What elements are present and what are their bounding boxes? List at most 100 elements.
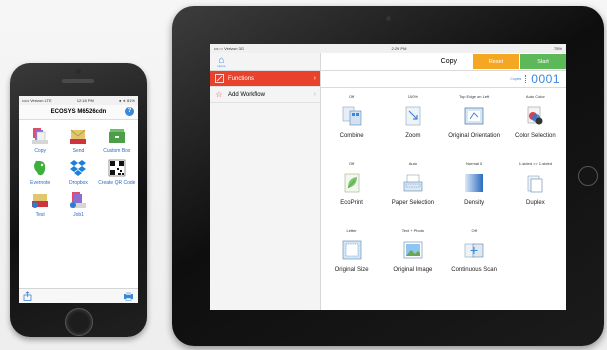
- dropbox-icon: [70, 160, 87, 176]
- folder-box-icon: [108, 129, 125, 143]
- function-paper-selection[interactable]: Auto Paper Selection: [382, 159, 443, 226]
- phone-battery: ● ∗ 81%: [118, 98, 135, 103]
- sidebar-item-functions[interactable]: Functions ›: [210, 71, 320, 87]
- phone-screen: ••••• Verizon LTE 12:18 PM ● ∗ 81% ECOSY…: [19, 96, 138, 303]
- front-camera: [76, 69, 81, 74]
- function-value: Normal 0: [466, 161, 483, 166]
- app-label: Job1: [73, 212, 84, 218]
- app-label: Create QR Code: [98, 180, 136, 186]
- copies-count[interactable]: 0001: [531, 72, 560, 86]
- function-density[interactable]: Normal 0 Density: [444, 159, 505, 226]
- phone-carrier: ••••• Verizon LTE: [22, 98, 52, 103]
- original-size-icon: [342, 240, 361, 260]
- ipad-home-button[interactable]: [578, 166, 598, 186]
- job-icon: [70, 192, 87, 208]
- function-combine[interactable]: Off Combine: [321, 92, 382, 159]
- page-title: Copy: [440, 58, 457, 65]
- ipad-device: •••○○ Verizon 3G 2:29 PM 75% ⌂ Home Func…: [172, 6, 604, 346]
- color-selection-icon: [528, 106, 543, 125]
- app-label: Custom Box: [103, 148, 131, 154]
- duplex-icon: [528, 175, 543, 193]
- functions-icon: [214, 74, 224, 84]
- function-original-image[interactable]: Text + Photo Original Image: [382, 226, 443, 293]
- ipad-main-panel: Copy Reset Start Copies 0001 Off Combine: [321, 53, 566, 310]
- function-name: Color Selection: [515, 133, 556, 139]
- ipad-screen: •••○○ Verizon 3G 2:29 PM 75% ⌂ Home Func…: [210, 44, 566, 310]
- ipad-battery: 75%: [553, 46, 562, 51]
- function-color-selection[interactable]: Auto Color Color Selection: [505, 92, 566, 159]
- printer-name: ECOSYS M6526cdn: [50, 109, 107, 115]
- function-value: Text + Photo: [401, 228, 425, 233]
- phone-title-bar: ECOSYS M6526cdn ?: [19, 105, 138, 120]
- send-icon: [70, 129, 87, 144]
- app-job1[interactable]: Job1: [59, 190, 97, 218]
- function-value: 1-sided >> 1-sided: [518, 161, 552, 166]
- sidebar-item-label: Functions: [228, 75, 255, 82]
- star-icon: ☆: [215, 90, 223, 99]
- sidebar-item-label: Add Workflow: [228, 91, 265, 98]
- qr-code-icon: [108, 159, 126, 177]
- test-job-icon: [32, 194, 49, 208]
- zoom-icon: [405, 106, 421, 126]
- ipad-sidebar: ⌂ Home Functions › ☆ Add Workflow ›: [210, 53, 321, 310]
- sidebar-home-bar: ⌂ Home: [210, 53, 320, 71]
- function-name: Continuous Scan: [451, 267, 497, 273]
- function-name: Original Orientation: [448, 133, 500, 139]
- printer-icon[interactable]: [123, 291, 134, 301]
- copy-icon: [32, 128, 49, 144]
- app-custom-box[interactable]: Custom Box: [98, 126, 136, 154]
- function-original-size[interactable]: Letter Original Size: [321, 226, 382, 293]
- function-duplex[interactable]: 1-sided >> 1-sided Duplex: [505, 159, 566, 226]
- function-value: Auto Color: [525, 94, 545, 99]
- share-icon[interactable]: [23, 291, 32, 301]
- start-button[interactable]: Start: [520, 54, 566, 69]
- function-name: Combine: [339, 133, 364, 139]
- phone-status-bar: ••••• Verizon LTE 12:18 PM ● ∗ 81%: [19, 96, 138, 105]
- app-label: Send: [72, 148, 85, 154]
- front-camera: [386, 16, 391, 21]
- function-value: Letter: [346, 228, 357, 233]
- function-original-orientation[interactable]: Top Edge on Left Original Orientation: [444, 92, 505, 159]
- keypad-icon[interactable]: [525, 75, 527, 83]
- sidebar-item-add-workflow[interactable]: ☆ Add Workflow ›: [210, 87, 320, 103]
- app-send[interactable]: Send: [59, 126, 97, 154]
- function-continuous-scan[interactable]: Off Continuous Scan: [444, 226, 505, 293]
- app-copy[interactable]: Copy: [21, 126, 59, 154]
- evernote-icon: [34, 160, 46, 176]
- chevron-right-icon: ›: [313, 91, 316, 98]
- function-name: Density: [464, 200, 485, 206]
- app-test[interactable]: Test: [21, 190, 59, 218]
- function-value: 100%: [407, 94, 418, 99]
- app-create-qr[interactable]: Create QR Code: [98, 158, 136, 186]
- function-name: Original Image: [393, 267, 433, 273]
- function-value: Auto: [408, 161, 417, 166]
- reset-button[interactable]: Reset: [473, 54, 519, 69]
- app-dropbox[interactable]: Dropbox: [59, 158, 97, 186]
- density-icon: [465, 174, 484, 192]
- leaf-icon: [344, 173, 359, 193]
- ipad-carrier: •••○○ Verizon 3G: [214, 46, 244, 51]
- function-value: Off: [471, 228, 477, 233]
- function-ecoprint[interactable]: Off EcoPrint: [321, 159, 382, 226]
- phone-home-button[interactable]: [65, 308, 93, 336]
- app-label: Dropbox: [69, 180, 88, 186]
- copies-bar: Copies 0001: [321, 71, 566, 88]
- combine-icon: [342, 106, 361, 126]
- function-name: EcoPrint: [340, 200, 363, 206]
- function-zoom[interactable]: 100% Zoom: [382, 92, 443, 159]
- phone-bottom-toolbar: [19, 288, 138, 303]
- image-icon: [403, 241, 423, 259]
- phone-app-grid: Copy Send Custom Box Evernote Dropbox Cr…: [19, 120, 138, 218]
- iphone-device: ••••• Verizon LTE 12:18 PM ● ∗ 81% ECOSY…: [10, 63, 147, 337]
- home-label: Home: [217, 64, 226, 68]
- ipad-top-bar: Copy Reset Start: [321, 53, 566, 71]
- chevron-right-icon: ›: [313, 75, 316, 82]
- help-icon[interactable]: ?: [125, 107, 134, 116]
- app-label: Test: [35, 212, 45, 218]
- ipad-status-bar: •••○○ Verizon 3G 2:29 PM 75%: [210, 44, 566, 53]
- home-button[interactable]: ⌂ Home: [215, 55, 228, 68]
- phone-time: 12:18 PM: [76, 98, 94, 103]
- app-evernote[interactable]: Evernote: [21, 158, 59, 186]
- app-label: Copy: [34, 148, 46, 154]
- function-value: Off: [348, 161, 355, 166]
